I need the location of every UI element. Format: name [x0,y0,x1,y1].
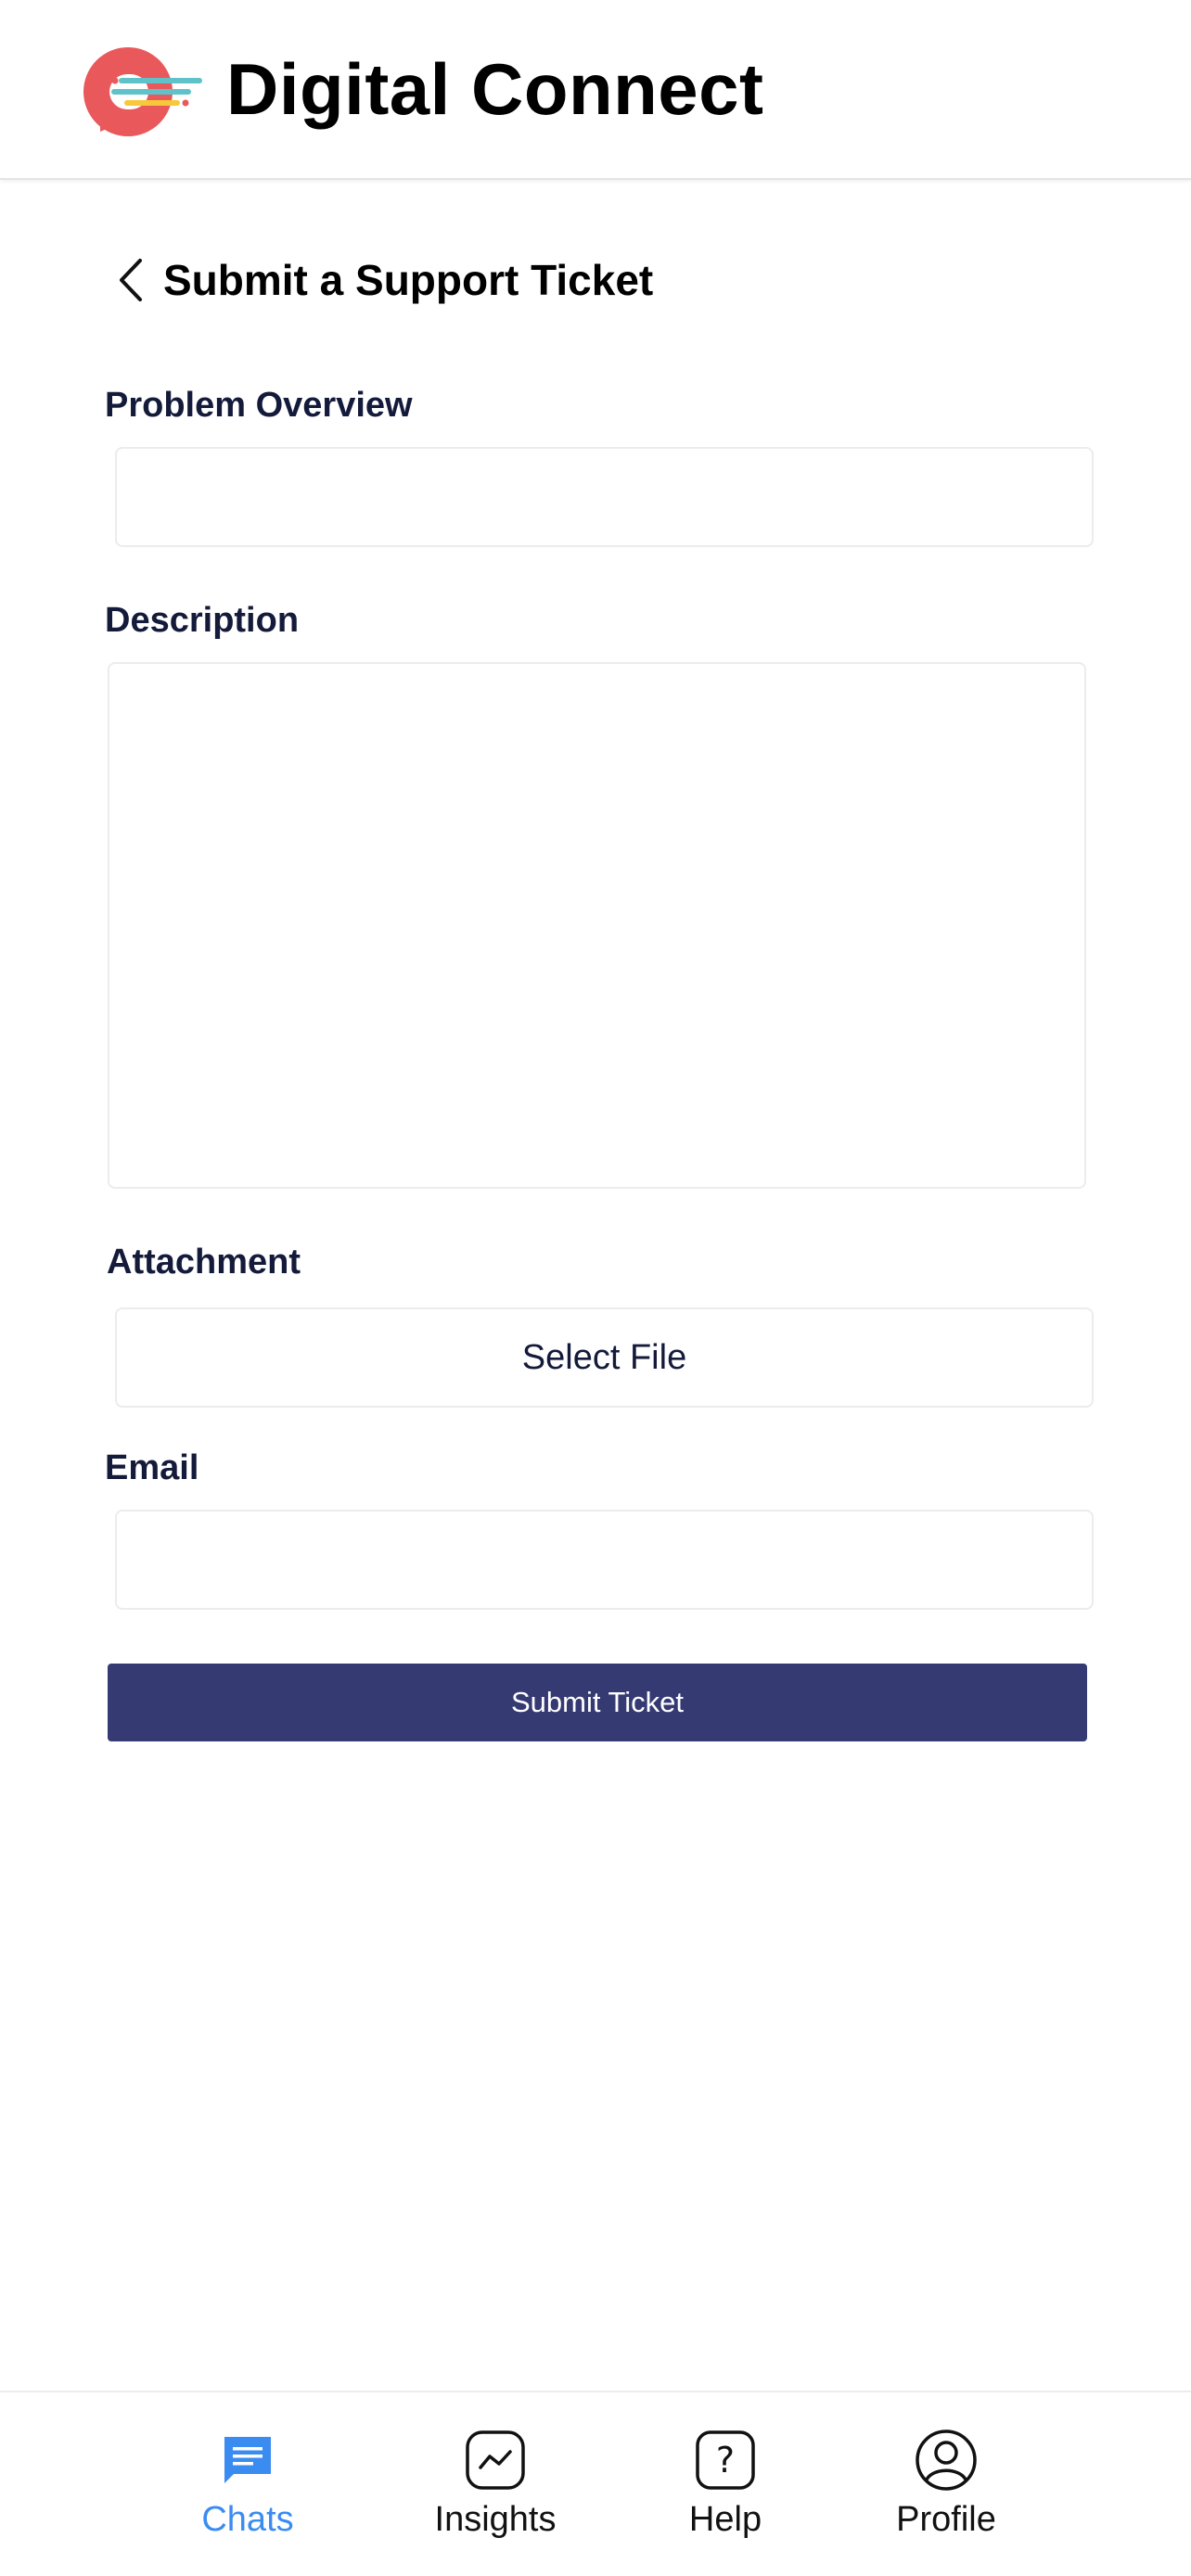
submit-ticket-button[interactable]: Submit Ticket [108,1664,1087,1741]
description-label: Description [105,601,300,640]
chat-icon [215,2428,280,2493]
email-input[interactable] [115,1510,1094,1610]
tab-insights-label: Insights [434,2500,557,2539]
profile-icon [914,2428,979,2493]
chart-icon [463,2428,528,2493]
tab-profile-label: Profile [896,2500,996,2539]
tab-chats[interactable]: Chats [155,2428,340,2557]
tab-insights[interactable]: Insights [403,2428,588,2557]
description-textarea[interactable] [108,662,1086,1189]
email-label: Email [105,1448,199,1487]
tab-help-label: Help [688,2500,762,2539]
tab-profile[interactable]: Profile [853,2428,1039,2557]
problem-overview-label: Problem Overview [105,386,413,425]
chevron-left-icon[interactable] [111,252,148,308]
app-header: Digital Connect [0,0,1191,180]
page-title: Submit a Support Ticket [163,256,654,304]
bottom-tab-bar: Chats Insights ? Help Profile [0,2391,1191,2576]
svg-text:?: ? [716,2440,735,2480]
tab-help[interactable]: ? Help [633,2428,818,2557]
page-title-row: Submit a Support Ticket [111,243,653,317]
app-logo-icon [83,47,202,136]
problem-overview-input[interactable] [115,447,1094,547]
attachment-label: Attachment [107,1243,301,1282]
select-file-button[interactable]: Select File [115,1307,1094,1408]
app-title: Digital Connect [226,48,764,130]
tab-chats-label: Chats [201,2500,294,2539]
help-icon: ? [693,2428,758,2493]
